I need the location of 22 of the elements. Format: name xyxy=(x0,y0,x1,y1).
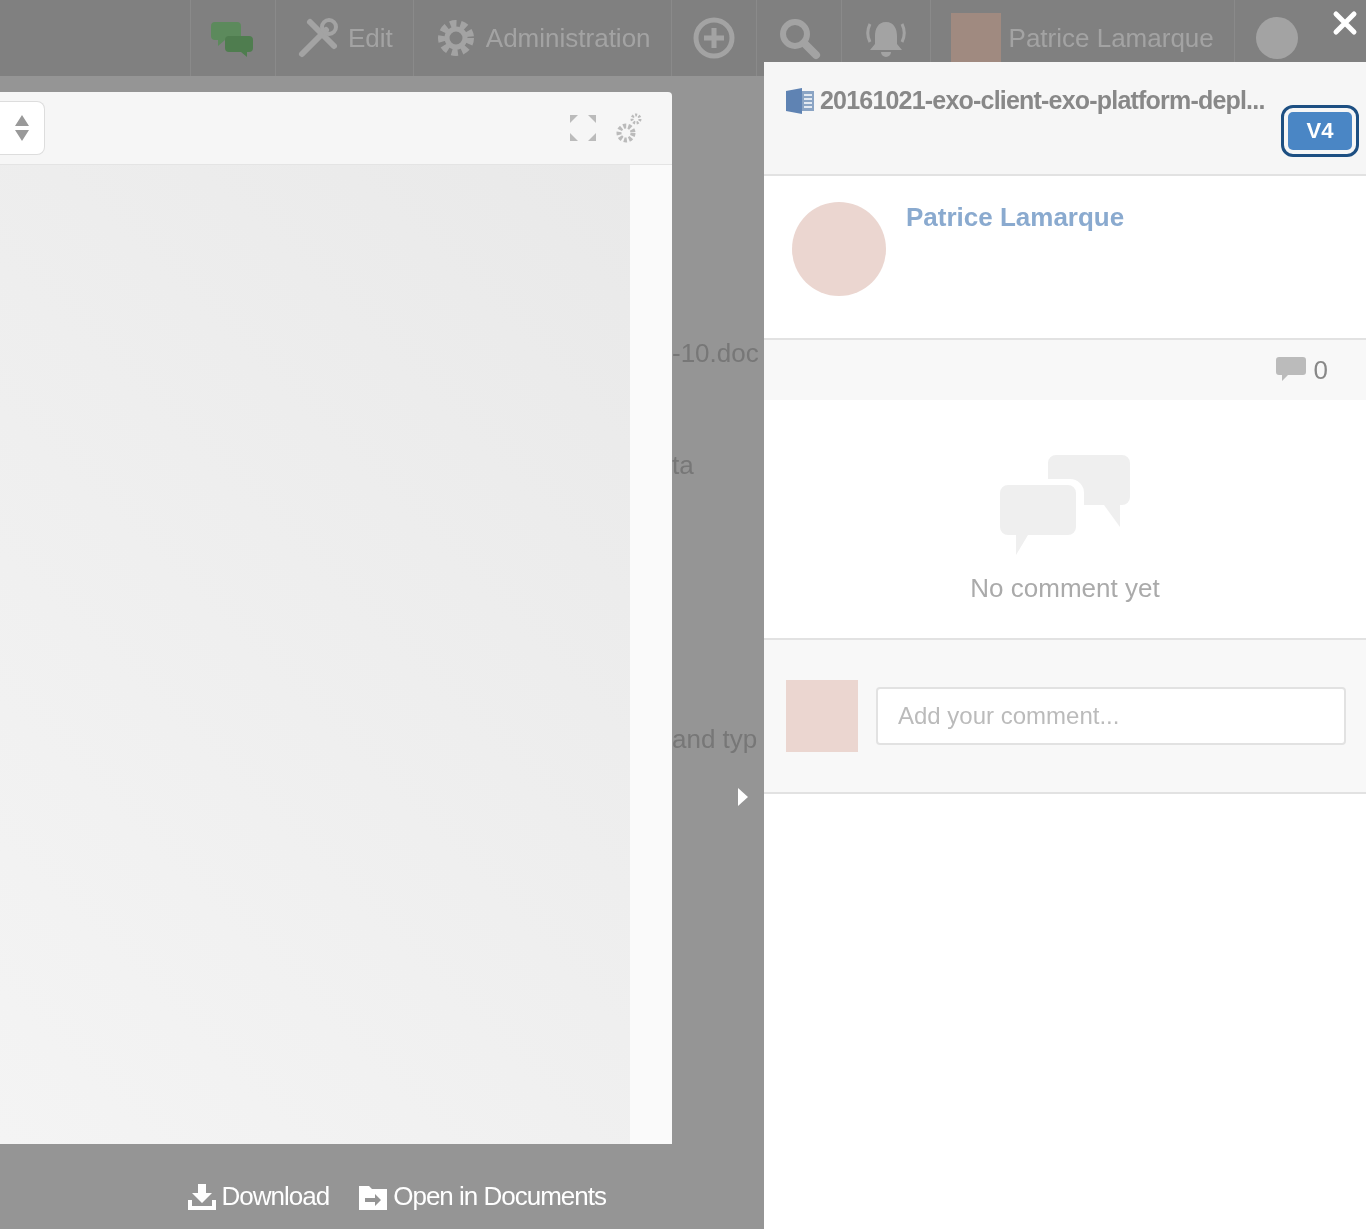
tools-icon xyxy=(296,16,340,60)
folder-arrow-icon xyxy=(359,1183,388,1210)
comment-count: 0 xyxy=(1313,354,1328,386)
scrollbar[interactable] xyxy=(630,165,672,1144)
open-in-documents-link[interactable]: Open in Documents xyxy=(359,1181,606,1212)
file-name: 20161021-exo-client-exo-platform-depl... xyxy=(820,86,1265,115)
download-link[interactable]: Download xyxy=(187,1181,330,1212)
comment-input[interactable]: Add your comment... xyxy=(876,687,1346,745)
word-document-icon xyxy=(786,87,814,114)
add-icon[interactable] xyxy=(691,16,736,60)
close-icon[interactable] xyxy=(1332,10,1358,36)
page-select[interactable] xyxy=(0,101,45,155)
fullscreen-icon[interactable] xyxy=(568,113,598,143)
avatar-photo[interactable] xyxy=(950,13,1001,63)
author-link[interactable]: Patrice Lamarque xyxy=(906,202,1125,233)
play-arrow-icon[interactable] xyxy=(738,788,748,806)
avatar-placeholder xyxy=(786,680,858,752)
comment-icon xyxy=(1275,357,1306,383)
settings-icon[interactable] xyxy=(616,113,642,143)
up-down-arrows-icon xyxy=(15,115,29,141)
download-icon xyxy=(187,1183,216,1210)
empty-message: No comment yet xyxy=(970,572,1160,604)
